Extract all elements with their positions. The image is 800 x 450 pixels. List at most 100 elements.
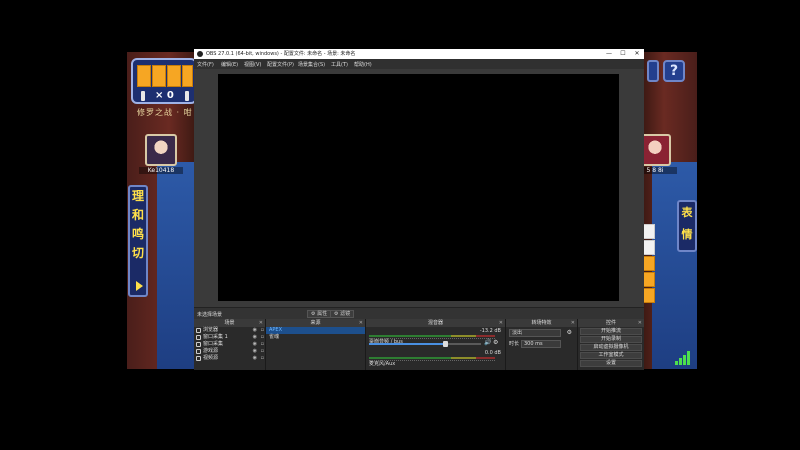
obs-logo-icon (197, 51, 203, 57)
dock-close-icon[interactable]: ✕ (638, 319, 642, 327)
lock-icon[interactable]: ▫ (261, 327, 264, 334)
counter-tile (137, 65, 151, 87)
current-scene-label: 未选择场景 (197, 312, 223, 318)
source-row[interactable]: 游戏源 ◉ ▫ (194, 348, 265, 355)
dock-close-icon[interactable]: ✕ (359, 319, 363, 327)
counter-text: × 0 (155, 90, 174, 101)
transitions-dock: 转场特效 ✕ 淡出 ⚙ 时长 300 ms (506, 319, 578, 370)
minimize-button[interactable]: — (602, 49, 616, 59)
start-streaming-button[interactable]: 开始推流 (580, 328, 642, 335)
controls-title-text: 控件 (605, 320, 616, 326)
action-glyph: 理 (131, 189, 144, 203)
side-menu-button[interactable] (647, 60, 659, 82)
call-action-panel[interactable]: 理 和 鸣 切 (128, 185, 148, 297)
source-row[interactable]: 浏览器 ◉ ▫ (194, 327, 265, 334)
visibility-eye-icon[interactable]: ◉ (253, 341, 257, 348)
game-mode-label: 修罗之战 · 咁 (137, 108, 193, 117)
start-virtual-camera-button[interactable]: 启动虚拟摄像机 (580, 344, 642, 351)
track-db: 0.0 dB (484, 350, 501, 356)
dock-close-icon[interactable]: ✕ (499, 319, 503, 327)
visibility-eye-icon[interactable]: ◉ (253, 334, 257, 341)
left-player-avatar[interactable] (145, 134, 177, 166)
duration-input[interactable]: 300 ms (521, 340, 561, 348)
mixer-track-desktop: 桌面音频 / bus -13.2 dB 🔊 ⚙ (366, 327, 505, 349)
scene-item[interactable]: 雀魂 (266, 334, 365, 341)
right-table-felt (652, 162, 697, 369)
screen: × 0 修罗之战 · 咁 Ke10418 5 8 8i 理 和 鸣 切 表 情 … (0, 0, 800, 450)
controls-dock: 控件 ✕ 开始推流 开始录制 启动虚拟摄像机 工作室模式 设置 (578, 319, 644, 370)
title-bar[interactable]: OBS 27.0.1 (64-bit, windows) - 配置文件: 未命名… (194, 49, 644, 59)
start-recording-button[interactable]: 开始录制 (580, 336, 642, 343)
dock-close-icon[interactable]: ✕ (259, 319, 263, 327)
close-button[interactable]: ✕ (630, 49, 644, 59)
settings-button[interactable]: 设置 (580, 360, 642, 367)
menu-view[interactable]: 视图(V) (244, 61, 261, 68)
scene-item[interactable]: APEX (266, 327, 365, 334)
left-table-felt (157, 162, 197, 369)
mixer-title-text: 混音器 (427, 320, 443, 326)
transition-select[interactable]: 淡出 (509, 329, 561, 337)
source-label: 浏览器 (203, 327, 219, 333)
visibility-eye-icon[interactable]: ◉ (253, 355, 257, 362)
action-glyph: 切 (131, 246, 144, 260)
source-row[interactable]: 窗口采集 1 ◉ ▫ (194, 334, 265, 341)
obs-window[interactable]: OBS 27.0.1 (64-bit, windows) - 配置文件: 未命名… (194, 49, 644, 370)
studio-mode-button[interactable]: 工作室模式 (580, 352, 642, 359)
gear-icon[interactable]: ⚙ (567, 329, 572, 336)
source-label: 视频源 (203, 355, 219, 361)
lock-icon[interactable]: ▫ (261, 341, 264, 348)
emote-glyph: 情 (681, 228, 693, 241)
maximize-button[interactable]: ☐ (616, 49, 630, 59)
counter-tile (167, 65, 181, 87)
sources-dock: 来源 ✕ APEX 雀魂 (266, 319, 366, 370)
duration-label: 时长 (509, 341, 520, 347)
scenes-dock-title: 场景 ✕ (194, 319, 265, 327)
volume-slider-knob[interactable] (443, 341, 449, 347)
menu-file[interactable]: 文件(F) (197, 61, 214, 68)
sources-title-text: 来源 (310, 320, 321, 326)
volume-meter (369, 335, 495, 337)
volume-slider[interactable] (369, 341, 481, 347)
volume-meter (369, 357, 495, 359)
sources-dock-title: 来源 ✕ (266, 319, 365, 327)
dock-area: 场景 ✕ 浏览器 ◉ ▫ 窗口采集 1 ◉ ▫ 窗口采集 ◉ ▫ 游戏源 ◉ ▫… (194, 319, 644, 370)
controls-dock-title: 控件 ✕ (578, 319, 644, 327)
scenes-title-text: 场景 (224, 320, 235, 326)
visibility-eye-icon[interactable]: ◉ (253, 327, 257, 334)
menu-help[interactable]: 帮助(H) (354, 61, 372, 68)
source-row[interactable]: 视频源 ◉ ▫ (194, 355, 265, 362)
speaker-icon[interactable]: 🔊 (484, 339, 491, 346)
visibility-eye-icon[interactable]: ◉ (253, 348, 257, 355)
menu-scene-collection[interactable]: 场景集合(S) (298, 61, 325, 68)
source-row[interactable]: 窗口采集 ◉ ▫ (194, 341, 265, 348)
scene-context-bar: 未选择场景 ⚙ 属性 ⚙ 滤镜 (194, 307, 644, 319)
dock-close-icon[interactable]: ✕ (571, 319, 575, 327)
video-source-icon (196, 356, 201, 361)
help-button[interactable]: ? (663, 60, 685, 82)
lock-icon[interactable]: ▫ (261, 355, 264, 362)
menu-tools[interactable]: 工具(T) (331, 61, 348, 68)
transitions-dock-title: 转场特效 ✕ (506, 319, 577, 327)
left-player[interactable]: Ke10418 (139, 134, 183, 174)
source-label: 窗口采集 1 (203, 334, 228, 340)
lock-icon[interactable]: ▫ (261, 334, 264, 341)
window-capture-icon (196, 342, 201, 347)
expand-arrow-icon[interactable] (136, 281, 143, 291)
volume-slider-fill (369, 343, 446, 345)
emote-panel[interactable]: 表 情 (677, 200, 697, 252)
left-player-name: Ke10418 (139, 167, 183, 174)
lock-icon[interactable]: ▫ (261, 348, 264, 355)
gear-icon[interactable]: ⚙ (493, 339, 498, 346)
menu-profile[interactable]: 配置文件(P) (267, 61, 294, 68)
window-title: OBS 27.0.1 (64-bit, windows) - 配置文件: 未命名… (206, 51, 356, 57)
action-glyph: 鸣 (131, 227, 144, 241)
preview-canvas[interactable] (218, 74, 619, 301)
counter-stick-icon (185, 91, 189, 101)
counter-tile (182, 65, 193, 87)
browser-icon (196, 328, 201, 333)
menu-bar: 文件(F) 编辑(E) 视图(V) 配置文件(P) 场景集合(S) 工具(T) … (194, 59, 644, 69)
filters-button[interactable]: ⚙ 滤镜 (330, 310, 355, 318)
menu-edit[interactable]: 编辑(E) (221, 61, 238, 68)
properties-button[interactable]: ⚙ 属性 (307, 310, 332, 318)
transition-select-row: 淡出 ⚙ (509, 329, 574, 338)
